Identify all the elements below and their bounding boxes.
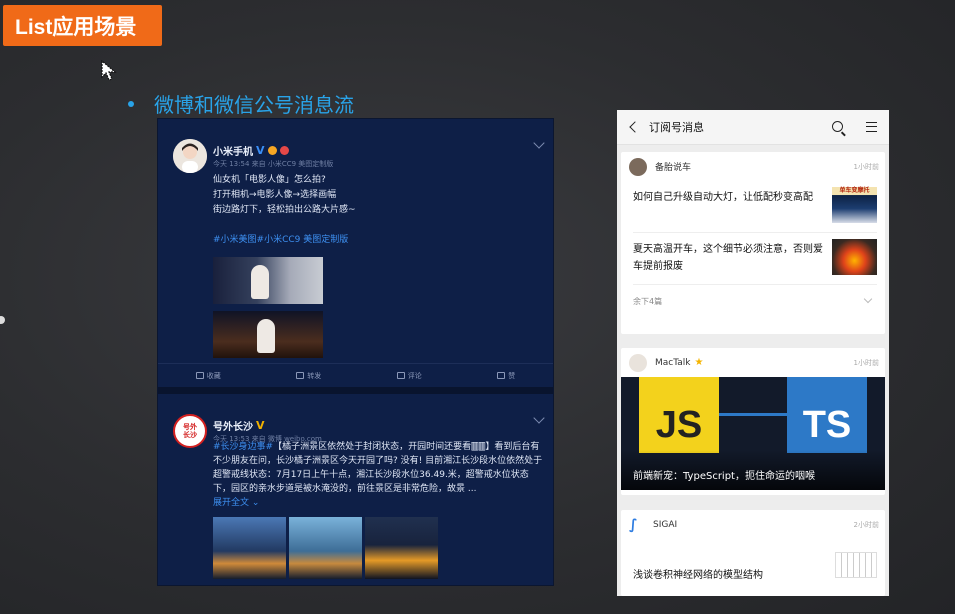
post-images — [213, 517, 438, 579]
post-image[interactable] — [213, 257, 323, 304]
post-image[interactable] — [365, 517, 438, 579]
timestamp: 1小时前 — [853, 162, 879, 171]
connector-line — [719, 413, 787, 416]
post-line: 仙女机「电影人像」怎么拍? — [213, 175, 326, 185]
bullet-point: 微博和微信公号消息流 — [128, 89, 354, 118]
person-figure — [251, 265, 269, 299]
source-avatar[interactable] — [629, 157, 647, 176]
poster-name-text[interactable]: 号外长沙 — [213, 418, 253, 433]
sigai-logo-icon[interactable]: ∫ — [629, 517, 645, 533]
slide-title: List应用场景 — [3, 5, 162, 46]
ts-logo: TS — [787, 377, 867, 453]
repost-button[interactable]: 转发 — [296, 371, 321, 381]
article-item[interactable]: 夏天高温开车，这个细节必须注意，否则爱车提前报废 — [633, 233, 877, 285]
wechat-feed: 订阅号消息 备胎说车 1小时前 如何自己升级自动大灯，让低配秒变高配 单车变摩托… — [617, 110, 889, 596]
subscription-card[interactable]: MacTalk ★ 1小时前 JS TS 前端新宠：TypeScript，扼住命… — [621, 348, 885, 495]
like-button[interactable]: 赞 — [497, 371, 515, 381]
post-text: 仙女机「电影人像」怎么拍? 打开相机→电影人像→选择画幅 街边路灯下，轻松拍出公… — [213, 173, 543, 248]
weibo-feed: 小米手机 V 今天 13:54 来自 小米CC9 美图定制版 仙女机「电影人像」… — [157, 118, 554, 586]
expand-link[interactable]: 展开全文 ⌄ — [213, 498, 259, 508]
post-hashtag[interactable]: #小米美图#小米CC9 美图定制版 — [213, 233, 543, 248]
chevron-down-icon[interactable] — [533, 412, 545, 424]
source-name[interactable]: MacTalk — [655, 358, 690, 368]
post-text: #长沙身边事#【橘子洲景区依然处于封闭状态，开园时间还要看🀫🀫】看到后台有不少朋… — [213, 440, 545, 510]
post-image[interactable] — [213, 517, 286, 579]
subscription-card[interactable]: ∫ SIGAI 2小时前 浅谈卷积神经网络的模型结构 — [621, 510, 885, 596]
source-row[interactable]: 备胎说车 1小时前 — [621, 152, 885, 181]
comment-icon — [396, 372, 405, 379]
article-thumbnail[interactable]: 单车变摩托 — [832, 187, 877, 223]
post-hashtag[interactable]: #长沙身边事# — [213, 442, 273, 452]
js-logo: JS — [639, 377, 719, 453]
post-meta: 今天 13:54 来自 小米CC9 美图定制版 — [213, 160, 334, 168]
repost-icon — [296, 372, 305, 379]
weibo-post: 号外长沙 号外长沙 V 今天 13:53 来自 微博 weibo.com #长沙… — [158, 394, 553, 585]
more-articles-label[interactable]: 余下4篇 — [633, 296, 662, 307]
article-thumbnail[interactable] — [832, 239, 877, 275]
poster-name[interactable]: 号外长沙 V — [213, 418, 265, 433]
badge-icon — [279, 146, 289, 155]
bullet-dot — [128, 100, 134, 107]
favorite-button[interactable]: 收藏 — [195, 371, 221, 381]
banner-caption[interactable]: 前端新宠：TypeScript，扼住命运的咽喉 — [633, 467, 815, 482]
post-image[interactable] — [289, 517, 362, 579]
star-icon: ★ — [694, 357, 704, 368]
source-name[interactable]: 备胎说车 — [655, 160, 691, 173]
comment-button[interactable]: 评论 — [396, 371, 422, 381]
source-avatar[interactable] — [629, 353, 647, 372]
avatar[interactable] — [173, 139, 207, 173]
avatar[interactable]: 号外长沙 — [173, 414, 207, 448]
timestamp: 1小时前 — [853, 358, 879, 367]
menu-icon[interactable] — [866, 122, 877, 132]
source-row[interactable]: MacTalk ★ 1小时前 — [621, 348, 885, 377]
more-articles-row[interactable]: 余下4篇 — [621, 285, 885, 317]
thumbnail-text: 单车变摩托 — [839, 187, 870, 194]
article-thumbnail[interactable] — [835, 552, 877, 578]
thumbs-up-icon — [497, 372, 506, 379]
verified-icon: V — [256, 144, 265, 157]
chevron-down-icon[interactable] — [863, 294, 873, 304]
verified-icon: V — [256, 419, 265, 432]
search-icon[interactable] — [832, 121, 843, 132]
source-row[interactable]: ∫ SIGAI 2小时前 — [621, 510, 885, 539]
header-title: 订阅号消息 — [649, 121, 704, 134]
timestamp: 2小时前 — [853, 520, 879, 529]
weibo-post: 小米手机 V 今天 13:54 来自 小米CC9 美图定制版 仙女机「电影人像」… — [158, 119, 553, 394]
mouse-cursor-icon — [101, 60, 117, 81]
wechat-header: 订阅号消息 — [617, 110, 889, 145]
post-line: 街边路灯下，轻松拍出公路大片感~ — [213, 205, 356, 215]
article-title[interactable]: 浅谈卷积神经网络的模型结构 — [633, 566, 763, 581]
person-figure — [257, 319, 275, 353]
bullet-text: 微博和微信公号消息流 — [154, 93, 354, 117]
article-banner[interactable]: JS TS 前端新宠：TypeScript，扼住命运的咽喉 — [621, 377, 885, 490]
post-actions: 收藏 转发 评论 赞 — [158, 363, 553, 387]
back-arrow-icon[interactable] — [629, 121, 641, 133]
chevron-down-icon[interactable] — [533, 137, 545, 149]
article-item[interactable]: 如何自己升级自动大灯，让低配秒变高配 单车变摩托 — [633, 181, 877, 233]
avatar-text: 号外长沙 — [183, 423, 197, 439]
subscription-card[interactable]: 备胎说车 1小时前 如何自己升级自动大灯，让低配秒变高配 单车变摩托 夏天高温开… — [621, 152, 885, 334]
poster-name-text[interactable]: 小米手机 — [213, 143, 253, 158]
article-title[interactable]: 夏天高温开车，这个细节必须注意，否则爱车提前报废 — [633, 241, 823, 275]
source-name[interactable]: SIGAI — [653, 520, 677, 530]
slide-edge-dot — [0, 316, 5, 324]
vip-icon — [267, 146, 277, 155]
poster-name[interactable]: 小米手机 V — [213, 143, 289, 158]
article-title[interactable]: 如何自己升级自动大灯，让低配秒变高配 — [633, 189, 823, 206]
star-icon — [195, 372, 204, 379]
post-line: 打开相机→电影人像→选择画幅 — [213, 190, 337, 200]
post-image[interactable] — [213, 311, 323, 358]
